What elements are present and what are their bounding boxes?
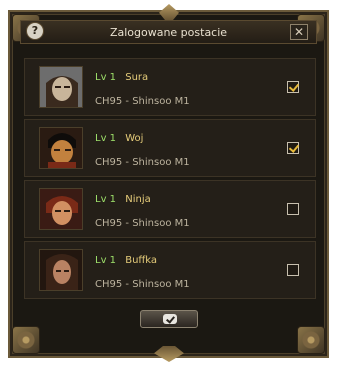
character-row[interactable]: Lv 1 Sura CH95 - Shinsoo M1 [24, 58, 316, 116]
ninja-portrait-icon [39, 188, 83, 230]
sura-portrait-icon [39, 66, 83, 108]
ornament-corner-icon [297, 326, 325, 354]
character-level: Lv 1 [95, 133, 117, 144]
character-name: Buffka [125, 255, 158, 266]
character-level: Lv 1 [95, 255, 117, 266]
titlebar: Zalogowane postacie [20, 20, 317, 44]
character-row[interactable]: Lv 1 Woj CH95 - Shinsoo M1 [24, 119, 316, 177]
warrior-portrait-icon [39, 127, 83, 169]
select-checkbox[interactable] [287, 203, 299, 215]
character-level: Lv 1 [95, 72, 117, 83]
character-level: Lv 1 [95, 194, 117, 205]
character-name: Woj [125, 133, 144, 144]
close-icon[interactable]: ✕ [290, 24, 308, 40]
character-row[interactable]: Lv 1 Ninja CH95 - Shinsoo M1 [24, 180, 316, 238]
select-checkbox[interactable] [287, 142, 299, 154]
help-icon[interactable]: ? [26, 22, 44, 40]
character-list: Lv 1 Sura CH95 - Shinsoo M1 Lv 1 Woj CH9… [24, 58, 316, 300]
window-title: Zalogowane postacie [109, 26, 228, 39]
character-server: CH95 - Shinsoo M1 [95, 218, 190, 229]
character-server: CH95 - Shinsoo M1 [95, 96, 190, 107]
character-server: CH95 - Shinsoo M1 [95, 157, 190, 168]
confirm-button[interactable] [140, 310, 198, 328]
select-checkbox[interactable] [287, 264, 299, 276]
shaman-portrait-icon [39, 249, 83, 291]
character-row[interactable]: Lv 1 Buffka CH95 - Shinsoo M1 [24, 241, 316, 299]
ornament-corner-icon [12, 326, 40, 354]
select-checkbox[interactable] [287, 81, 299, 93]
character-name: Ninja [125, 194, 151, 205]
character-server: CH95 - Shinsoo M1 [95, 279, 190, 290]
character-name: Sura [125, 72, 149, 83]
